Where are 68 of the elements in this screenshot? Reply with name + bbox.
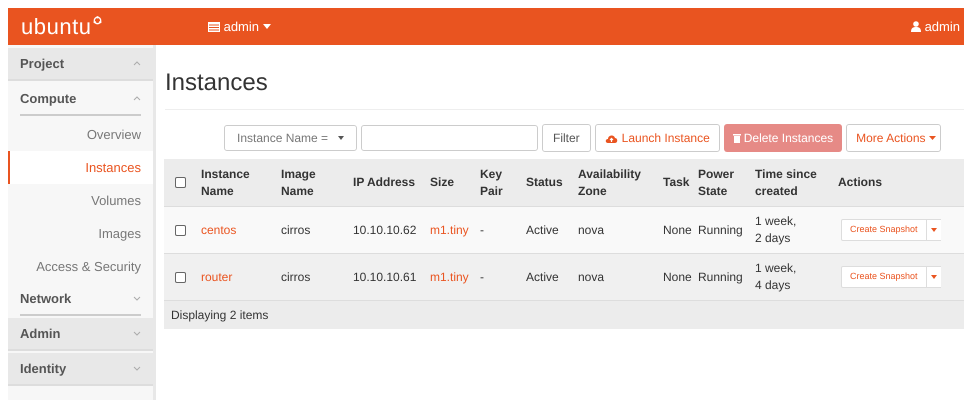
- flavor-link[interactable]: m1.tiny: [430, 270, 469, 284]
- create-snapshot-button[interactable]: Create Snapshot: [841, 219, 927, 241]
- table-footer-text: Displaying 2 items: [171, 307, 268, 324]
- column-header: Availability Zone: [578, 166, 641, 198]
- caret-icon: [928, 136, 936, 140]
- column-header: Instance Name: [201, 166, 250, 198]
- user-icon: [910, 21, 921, 32]
- column-header: Status: [526, 175, 563, 189]
- project-menu[interactable]: admin: [208, 16, 272, 36]
- sidebar-item[interactable]: Access & Security: [8, 250, 153, 283]
- row-checkbox[interactable]: [174, 224, 186, 236]
- table-cell: None: [663, 222, 692, 236]
- column-header: Image Name: [281, 166, 316, 198]
- table-cell: Running: [698, 270, 743, 284]
- table-cell-text: 1 week, 4 days: [755, 260, 798, 294]
- page-title: Instances: [165, 68, 964, 110]
- filter-select[interactable]: Instance Name =: [224, 125, 357, 151]
- more-actions-button[interactable]: More Actions: [846, 124, 941, 152]
- cloud-upload-icon: [604, 134, 618, 142]
- caret-icon: [338, 136, 344, 140]
- sidebar-item[interactable]: Images: [8, 217, 153, 250]
- table-cell: Running: [698, 222, 743, 236]
- column-header: Time since created: [755, 166, 817, 198]
- instance-link[interactable]: centos: [201, 222, 236, 236]
- table-cell: -: [480, 270, 484, 284]
- logo[interactable]: ubuntu: [21, 10, 92, 43]
- table-cell: 10.10.10.61: [353, 270, 416, 284]
- dropdown-toggle[interactable]: [926, 219, 941, 241]
- caret-icon: [263, 24, 272, 29]
- sidebar-item[interactable]: Instances: [8, 151, 153, 184]
- caret-icon: [930, 275, 937, 279]
- row-checkbox[interactable]: [174, 177, 186, 188]
- table-cell: nova: [578, 270, 604, 284]
- flavor-link[interactable]: m1.tiny: [430, 222, 469, 236]
- column-header: Power State: [698, 166, 734, 198]
- column-header: IP Address: [353, 175, 416, 189]
- sidebar-item[interactable]: Volumes: [8, 184, 153, 217]
- sidebar-panel[interactable]: Admin: [8, 318, 153, 351]
- launch-instance-button[interactable]: Launch Instance: [594, 124, 720, 152]
- sidebar-item[interactable]: Overview: [8, 118, 153, 151]
- caret-icon: [930, 228, 937, 232]
- column-header: Task: [663, 175, 690, 189]
- create-snapshot-button[interactable]: Create Snapshot: [841, 266, 927, 288]
- column-header: Key Pair: [480, 166, 503, 198]
- filter-input[interactable]: [361, 125, 538, 151]
- column-header: Size: [430, 175, 454, 189]
- table-cell: None: [663, 270, 692, 284]
- circle-of-friends-icon: [92, 16, 102, 25]
- table-cell: cirros: [281, 222, 310, 236]
- sidebar-group[interactable]: Network: [20, 283, 141, 316]
- list-icon: [208, 22, 220, 32]
- table-cell: Active: [526, 222, 559, 236]
- sidebar-group[interactable]: Compute: [20, 83, 141, 116]
- table-cell-text: 1 week, 2 days: [755, 213, 798, 247]
- sidebar-panel[interactable]: Identity: [8, 353, 153, 386]
- filter-button[interactable]: Filter: [542, 124, 591, 152]
- table-cell: -: [480, 222, 484, 236]
- table-cell: 10.10.10.62: [353, 222, 416, 236]
- sidebar-panel[interactable]: Project: [8, 48, 153, 81]
- table-cell: Active: [526, 270, 559, 284]
- dropdown-toggle[interactable]: [926, 266, 941, 288]
- instance-link[interactable]: router: [201, 270, 232, 284]
- column-header: Actions: [838, 175, 882, 189]
- user-menu[interactable]: admin: [910, 16, 960, 36]
- trash-icon: [732, 133, 741, 143]
- table-cell: cirros: [281, 270, 310, 284]
- table-cell: nova: [578, 222, 604, 236]
- row-checkbox[interactable]: [174, 272, 186, 282]
